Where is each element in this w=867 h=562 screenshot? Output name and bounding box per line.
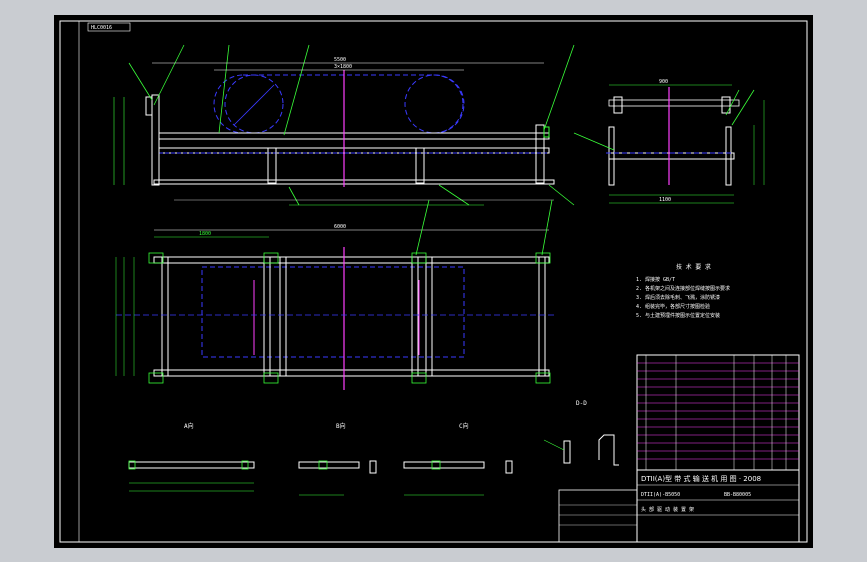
- outer-border: [59, 20, 808, 543]
- note-4: 4. 组装完毕，各部尺寸按图检验: [636, 303, 710, 310]
- drum-diag: [233, 84, 275, 126]
- corner-tag: HLC0016: [91, 25, 112, 31]
- cad-drawing: HLC0016 5500 3×1800 900 1100 6000 1800 A…: [59, 20, 808, 543]
- top-rail: [158, 132, 550, 140]
- drawing-code: BB-B80005: [724, 492, 751, 498]
- notes-title: 技 术 要 求: [676, 263, 711, 271]
- view-b-label: B向: [336, 422, 346, 430]
- drum-left: [224, 74, 284, 134]
- post-left: [151, 94, 160, 186]
- plan-bottom-beam: [153, 369, 550, 377]
- revision-box: [558, 489, 638, 543]
- parts-list: [636, 354, 800, 471]
- drawing-sheet: HLC0016 5500 3×1800 900 1100 6000 1800 A…: [54, 15, 813, 548]
- dim-top-inner: 3×1800: [334, 64, 352, 70]
- note-2: 2. 各机架之间及连接部位焊缝按图示要求: [636, 285, 730, 292]
- view-c-label: C向: [459, 422, 469, 430]
- view-d-label: D-D: [576, 400, 587, 407]
- drawing-title: DTII(A)型 带 式 输 送 机 用 图 · 2008: [641, 474, 761, 483]
- view-a-label: A向: [184, 422, 194, 430]
- drum-right: [404, 74, 464, 134]
- front-elevation: 5500 3×1800: [113, 44, 575, 206]
- note-1: 1. 焊接按 GB/T: [636, 276, 675, 283]
- base-rail: [153, 179, 555, 185]
- plan-belt-hidden: [201, 266, 465, 358]
- mid-rail: [158, 147, 550, 154]
- note-3: 3. 焊后须去除毛刺、飞溅，涂防锈漆: [636, 294, 720, 301]
- part-name: 头 部 驱 动 装 置 架: [641, 506, 694, 513]
- post-left-cap: [145, 96, 153, 116]
- belt-outline: [213, 74, 465, 134]
- section-views: A向 B向 C向 D-D: [128, 400, 619, 496]
- post-right: [535, 124, 545, 184]
- note-5: 5. 与土建预埋件按图示位置定位安装: [636, 312, 720, 319]
- plan-top-beam: [153, 256, 550, 264]
- tech-notes: 技 术 要 求 1. 焊接按 GB/T 2. 各机架之间及连接部位焊缝按图示要求…: [636, 263, 730, 319]
- dim-plan-total: 6000: [334, 224, 346, 230]
- plan-view: 6000 1800: [115, 199, 554, 390]
- dim-side-top: 900: [659, 79, 668, 85]
- drawing-number: DTII(A)-B5050: [641, 492, 680, 498]
- dim-plan-span: 1800: [199, 231, 211, 237]
- dim-side-bottom: 1100: [659, 197, 671, 203]
- side-view: 900 1100: [573, 79, 765, 204]
- inner-border: [78, 20, 808, 543]
- title-block: DTII(A)型 带 式 输 送 机 用 图 · 2008 DTII(A)-B5…: [558, 354, 800, 543]
- dim-top-total: 5500: [334, 57, 346, 63]
